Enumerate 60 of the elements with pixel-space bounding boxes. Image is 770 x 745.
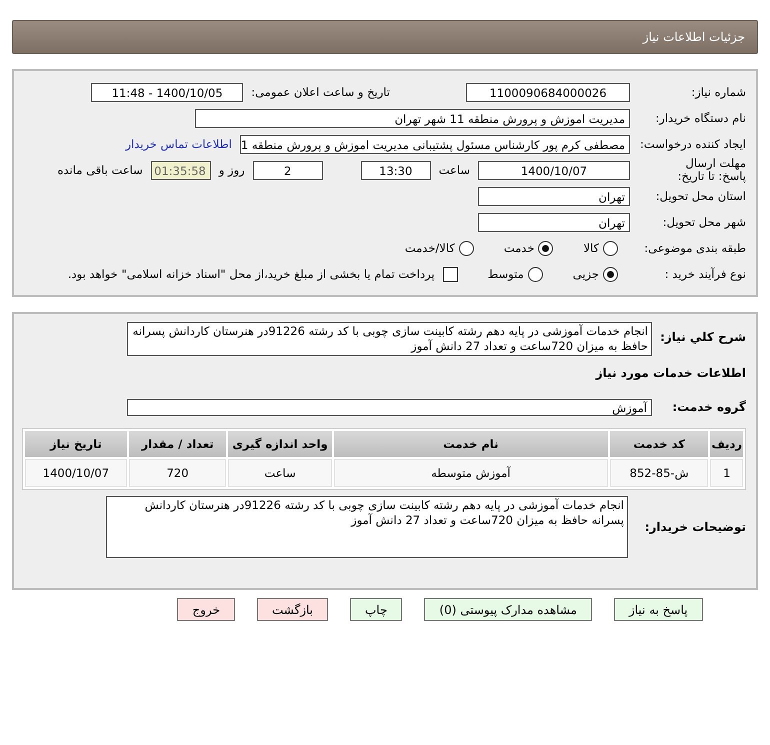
field-label: شرح کلي نياز:	[660, 330, 746, 344]
radio-label: خدمت	[504, 241, 534, 255]
days-field: 2	[252, 160, 323, 180]
field-label: توضیحات خریدار:	[644, 520, 746, 534]
field-label: گروه خدمت:	[671, 400, 746, 414]
field-label: نوع فرآیند خرید :	[664, 268, 746, 280]
service-group-field: آموزش	[127, 398, 652, 416]
deadline-time-field: 13:30	[360, 160, 431, 180]
action-button[interactable]: مشاهده مدارک پیوستی (0)	[424, 598, 592, 621]
field-label: تاریخ و ساعت اعلان عمومی:	[251, 85, 390, 99]
column-header: تاریخ نیاز	[25, 431, 127, 457]
field-label: استان محل تحویل:	[654, 190, 746, 202]
requester-field: مصطفی کرم پور کارشناس مسئول پشتیبانی مدیریت اموزش و پرورش منطقه 1	[240, 134, 630, 154]
buyer-contact-link[interactable]: اطلاعات تماس خریدار	[125, 137, 232, 151]
radio-button[interactable]	[458, 240, 474, 256]
field-label: مهلت ارسال پاسخ: تا تاریخ:	[676, 157, 746, 183]
table-cell: ش-85-852	[610, 459, 708, 487]
column-header: نام خدمت	[334, 431, 608, 457]
field-label: نام دستگاه خریدار:	[654, 112, 746, 124]
radio-button[interactable]	[528, 266, 543, 282]
field-label: ساعت باقی مانده	[58, 163, 143, 177]
buyer-org-field: مدیریت اموزش و پرورش منطقه 11 شهر تهران	[195, 108, 630, 128]
buyer-notes-field: انجام خدمات آموزشی در پایه دهم رشته کابینت سازی چوبی با کد رشته 91226در هنرستان کاردانش پسرانه حافظ به میزان 720ساعت و تعداد 27 دانش آموز	[106, 496, 628, 558]
field-label: شماره نیاز:	[690, 86, 746, 98]
action-button[interactable]: چاپ	[350, 598, 402, 621]
checkbox-label: پرداخت تمام یا بخشی از مبلغ خرید،از محل "اسناد خزانه اسلامی" خواهد بود.	[68, 267, 435, 281]
remaining-time-field: 01:35:58	[150, 160, 211, 180]
table-cell: 720	[128, 459, 226, 487]
province-field: تهران	[478, 186, 630, 206]
table-cell: 1	[710, 459, 743, 487]
deadline-date-field: 1400/10/07	[478, 160, 630, 180]
column-header: کد خدمت	[610, 431, 708, 457]
radio-button[interactable]	[603, 240, 618, 256]
city-field: تهران	[478, 212, 630, 232]
page-title: جزئیات اطلاعات نیاز	[642, 30, 745, 44]
column-header: ردیف	[710, 431, 743, 457]
field-label: ساعت	[438, 163, 470, 177]
need-number-field: 1100090684000026	[466, 82, 630, 102]
field-label: شهر محل تحویل:	[662, 216, 746, 228]
field-label: طبقه بندی موضوعی:	[643, 242, 746, 254]
action-button[interactable]: خروج	[177, 598, 235, 621]
checkbox[interactable]	[442, 266, 458, 282]
field-label: روز و	[218, 163, 245, 177]
description-field: انجام خدمات آموزشی در پایه دهم رشته کابینت سازی چوبی با کد رشته 91226در هنرستان کاردانش پسرانه حافظ به میزان 720ساعت و تعداد 27 دانش آموز	[127, 322, 652, 356]
table-cell: آموزش متوسطه	[334, 459, 608, 487]
radio-label: جزیی	[572, 267, 599, 281]
radio-label: کالا/خدمت	[404, 241, 455, 255]
table-cell: 1400/10/07	[25, 459, 127, 487]
action-button[interactable]: پاسخ به نیاز	[614, 598, 703, 621]
section-title: اطلاعات خدمات مورد نیاز	[594, 366, 746, 380]
radio-button[interactable]	[603, 266, 618, 282]
field-label: ایجاد کننده درخواست:	[639, 138, 746, 150]
column-header: واحد اندازه گیری	[228, 431, 332, 457]
announce-date-field: 1400/10/05 - 11:48	[91, 82, 244, 102]
table-cell: ساعت	[228, 459, 332, 487]
action-button[interactable]: بازگشت	[257, 598, 328, 621]
radio-button[interactable]	[538, 240, 554, 256]
radio-label: متوسط	[488, 267, 524, 281]
column-header: تعداد / مقدار	[128, 431, 226, 457]
radio-label: کالا	[583, 241, 599, 255]
